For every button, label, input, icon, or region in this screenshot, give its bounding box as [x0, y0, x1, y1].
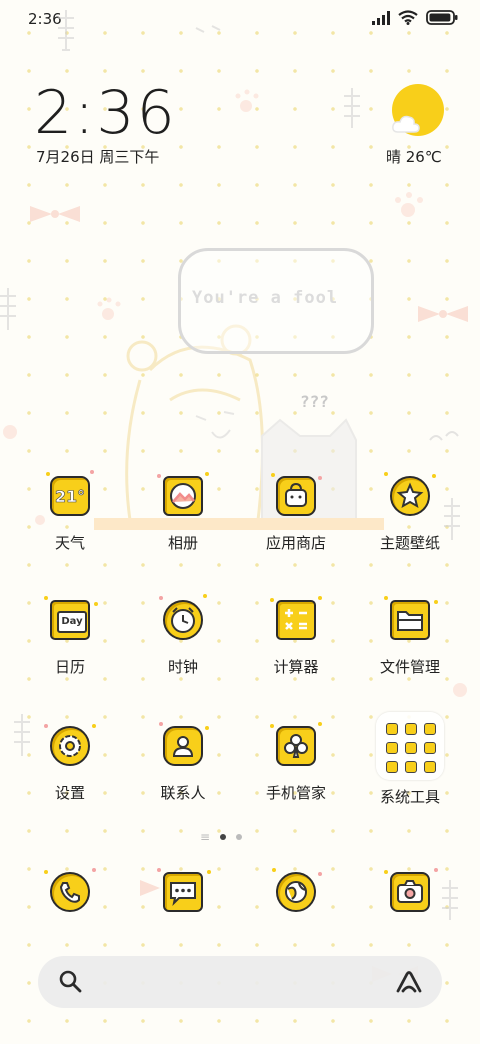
app-themes[interactable]: 主题壁纸 — [360, 466, 460, 553]
page-dot-active[interactable] — [220, 834, 227, 840]
app-settings[interactable]: 设置 — [20, 716, 120, 803]
dock-phone[interactable] — [20, 862, 120, 922]
app-label: 主题壁纸 — [379, 534, 440, 552]
app-contacts[interactable]: 联系人 — [133, 716, 233, 803]
weather-icon-temp: 21° — [54, 486, 86, 506]
security-icon — [266, 716, 326, 776]
app-calculator[interactable]: 计算器 — [246, 590, 346, 677]
calculator-icon — [266, 590, 326, 650]
dock-camera[interactable] — [360, 862, 460, 922]
app-label: 日历 — [54, 658, 85, 676]
app-label: 时钟 — [167, 658, 198, 676]
app-label: 手机管家 — [265, 784, 326, 802]
file-manager-icon — [380, 590, 440, 650]
menu-lines-icon: ≡ — [200, 830, 211, 844]
clock-widget-date[interactable]: 7月26日 周三下午 — [36, 146, 159, 167]
camera-icon — [380, 862, 440, 922]
app-file-manager[interactable]: 文件管理 — [360, 590, 460, 677]
calendar-icon: Day — [40, 590, 100, 650]
app-calendar[interactable]: Day 日历 — [20, 590, 120, 677]
messages-icon — [153, 862, 213, 922]
system-tools-folder-icon — [376, 712, 444, 780]
app-security[interactable]: 手机管家 — [246, 716, 346, 803]
search-icon[interactable] — [58, 969, 84, 995]
page-indicator[interactable]: ≡ — [200, 830, 243, 844]
themes-icon — [380, 466, 440, 526]
assistant-icon[interactable] — [394, 969, 424, 995]
clock-widget-time[interactable]: 2:36 — [34, 78, 177, 148]
app-weather[interactable]: 21° 天气 — [20, 466, 120, 553]
app-label: 相册 — [167, 534, 198, 552]
contacts-icon — [153, 716, 213, 776]
app-label: 联系人 — [160, 784, 206, 802]
dock-messages[interactable] — [133, 862, 233, 922]
app-gallery[interactable]: 相册 — [133, 466, 233, 553]
calendar-icon-text: Day — [57, 611, 87, 633]
browser-icon — [266, 862, 326, 922]
speech-bubble-text: You're a fool — [192, 288, 339, 308]
app-clock[interactable]: 时钟 — [133, 590, 233, 677]
phone-icon — [40, 862, 100, 922]
app-label: 应用商店 — [265, 534, 326, 552]
gallery-icon — [153, 466, 213, 526]
app-label: 天气 — [54, 534, 85, 552]
app-label: 计算器 — [273, 658, 319, 676]
app-store-icon — [266, 466, 326, 526]
app-label: 系统工具 — [379, 788, 440, 806]
weather-widget-text[interactable]: 晴 26℃ — [386, 146, 442, 167]
settings-icon — [40, 716, 100, 776]
question-marks-decoration: ??? — [300, 392, 329, 411]
app-app-store[interactable]: 应用商店 — [246, 466, 346, 553]
app-label: 文件管理 — [379, 658, 440, 676]
weather-icon: 21° — [40, 466, 100, 526]
folder-system-tools[interactable]: 系统工具 — [360, 712, 460, 807]
app-label: 设置 — [54, 784, 85, 802]
cloud-icon — [392, 115, 420, 133]
page-dot[interactable] — [236, 834, 243, 840]
clock-icon — [153, 590, 213, 650]
search-bar[interactable] — [38, 956, 442, 1008]
dock-browser[interactable] — [246, 862, 346, 922]
